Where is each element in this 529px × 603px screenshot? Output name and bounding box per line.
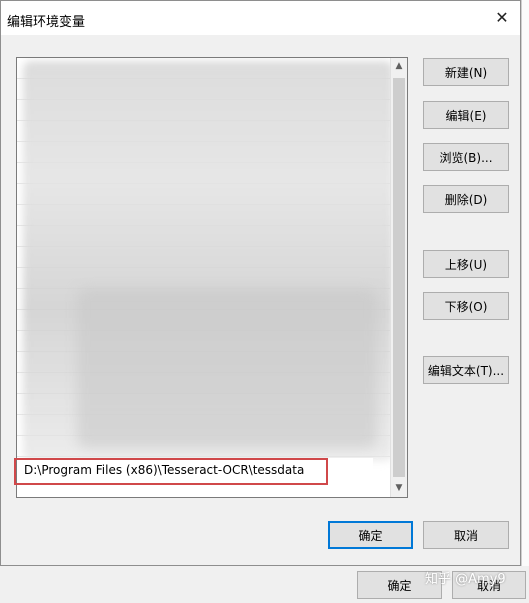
background-window-edge [521, 0, 529, 566]
list-item-label: D:\Program Files (x86)\Tesseract-OCR\tes… [24, 463, 305, 477]
scroll-thumb[interactable] [393, 78, 405, 477]
path-list[interactable]: D:\Program Files (x86)\Tesseract-OCR\tes… [16, 57, 408, 498]
edit-env-variable-dialog: 编辑环境变量 ✕ D:\Program Files (x86)\Tesserac… [0, 0, 521, 566]
scroll-up-icon[interactable]: ▲ [391, 58, 407, 75]
title-bar: 编辑环境变量 ✕ [1, 1, 520, 35]
edit-text-button[interactable]: 编辑文本(T)... [423, 356, 509, 384]
browse-button[interactable]: 浏览(B)... [423, 143, 509, 171]
delete-button[interactable]: 删除(D) [423, 185, 509, 213]
move-up-button[interactable]: 上移(U) [423, 250, 509, 278]
list-item-tessdata[interactable]: D:\Program Files (x86)\Tesseract-OCR\tes… [17, 458, 373, 480]
edit-button[interactable]: 编辑(E) [423, 101, 509, 129]
scroll-down-icon[interactable]: ▼ [391, 480, 407, 497]
cancel-button[interactable]: 取消 [423, 521, 509, 549]
watermark: 知乎 @Amy9 [425, 572, 506, 587]
new-button[interactable]: 新建(N) [423, 58, 509, 86]
ok-button[interactable]: 确定 [328, 521, 413, 549]
close-icon[interactable]: ✕ [490, 6, 514, 30]
blurred-entries-overlay [77, 288, 377, 448]
vertical-scrollbar[interactable]: ▲ ▼ [390, 58, 407, 497]
move-down-button[interactable]: 下移(O) [423, 292, 509, 320]
dialog-title: 编辑环境变量 [7, 15, 86, 30]
path-list-rows: D:\Program Files (x86)\Tesseract-OCR\tes… [17, 58, 393, 497]
